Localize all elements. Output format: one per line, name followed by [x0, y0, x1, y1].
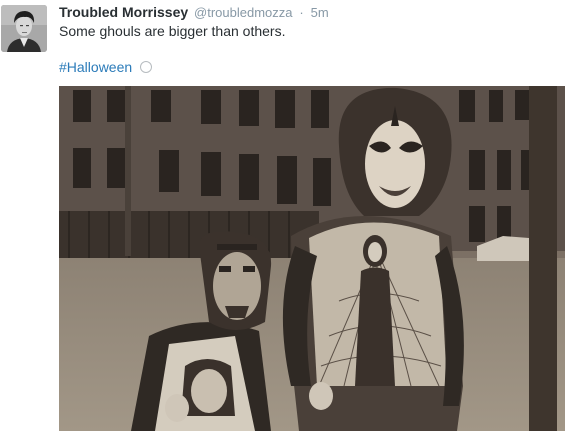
user-handle[interactable]: @troubledmozza: [194, 5, 292, 20]
media-photo[interactable]: [59, 86, 565, 431]
display-name[interactable]: Troubled Morrissey: [59, 4, 188, 20]
tweet: Troubled Morrissey @troubledmozza · 5m S…: [0, 0, 571, 431]
avatar[interactable]: [1, 5, 47, 52]
separator: ·: [299, 5, 304, 20]
halloween-photo: [59, 86, 565, 431]
tweet-header: Troubled Morrissey @troubledmozza · 5m: [59, 3, 329, 21]
hashtag-line: #Halloween: [59, 58, 153, 76]
hashtag-link[interactable]: #Halloween: [59, 59, 132, 75]
profile-photo: [1, 5, 47, 52]
tweet-text: Some ghouls are bigger than others.: [59, 23, 286, 39]
circle-icon: [140, 61, 153, 73]
timestamp[interactable]: 5m: [311, 5, 329, 20]
